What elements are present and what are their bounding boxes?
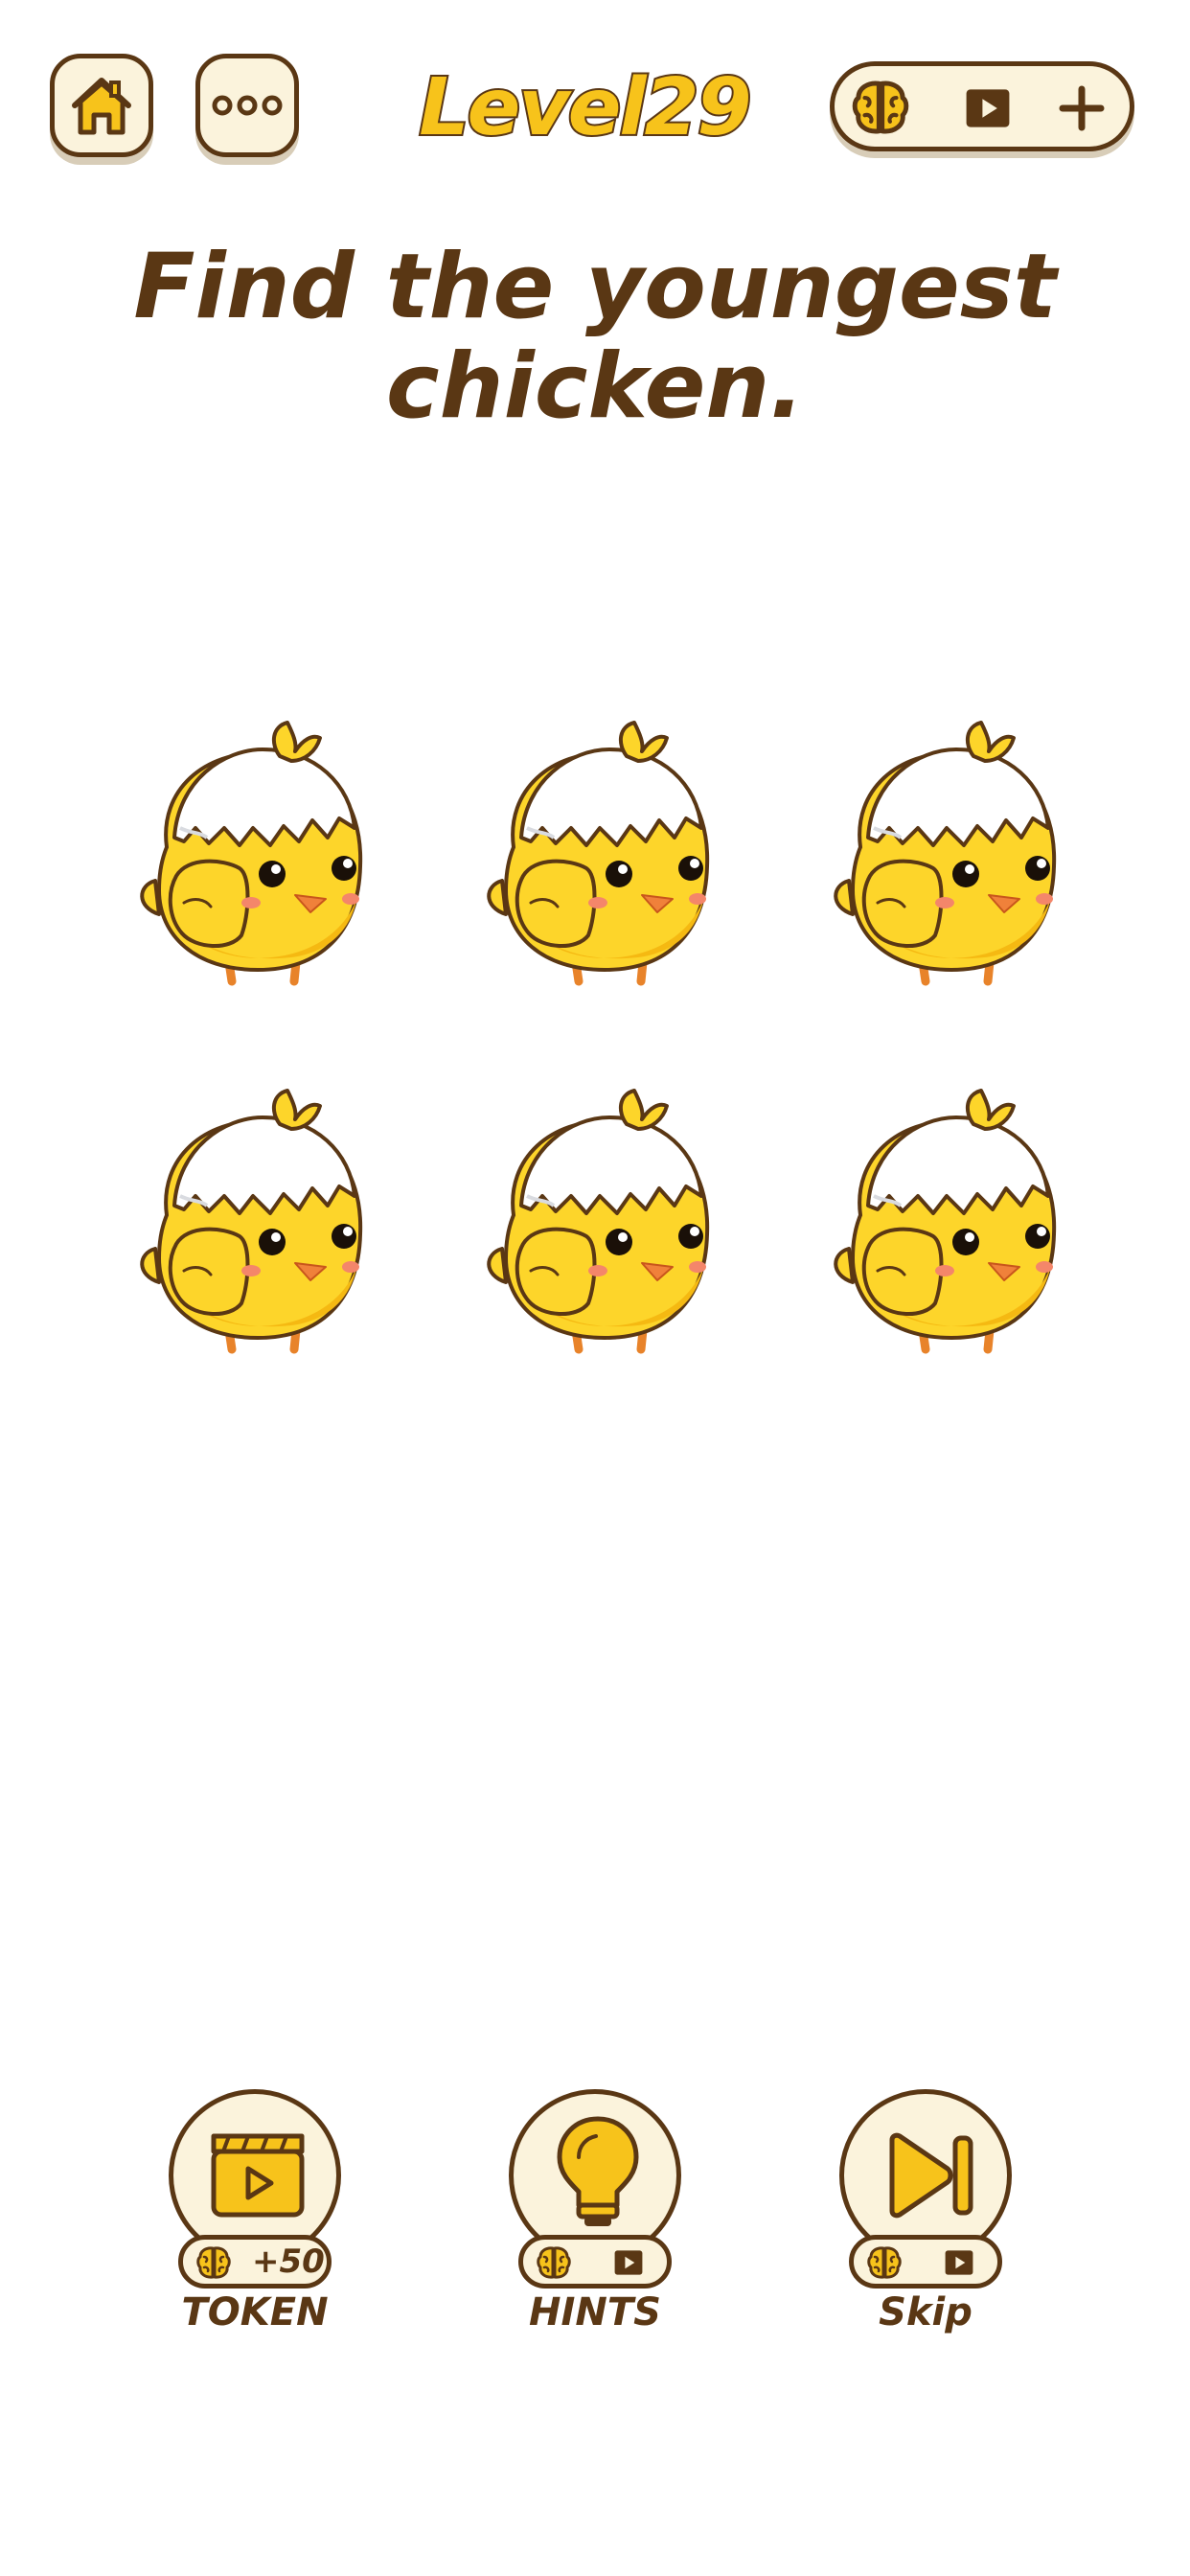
more-options-button[interactable] [195,54,299,157]
chick-2[interactable] [446,684,734,991]
chick-5[interactable] [446,1052,734,1359]
token-reward: +50 [252,2242,325,2281]
home-icon [72,78,131,135]
token-button[interactable]: +50 TOKEN [130,2089,379,2338]
video-clapper-icon [211,2133,305,2218]
token-reward-pill: +50 [178,2235,332,2288]
play-video-icon[interactable] [961,81,1015,135]
chick-1[interactable] [100,684,387,991]
chick-3[interactable] [793,684,1081,991]
level-title: Level29 [417,60,753,155]
brain-icon [195,2243,233,2282]
question-text: Find the youngest chicken. [96,238,1094,437]
chick-6[interactable] [793,1052,1081,1359]
plus-icon[interactable] [1057,83,1107,133]
hints-cost-pill [518,2235,672,2288]
brain-icon [865,2243,904,2282]
token-label: TOKEN [181,2290,329,2334]
brain-icon [535,2243,573,2282]
play-video-icon [611,2245,646,2280]
play-video-icon [942,2245,976,2280]
skip-label: Skip [879,2290,973,2334]
currency-bar[interactable] [830,61,1134,151]
chick-4[interactable] [100,1052,387,1359]
hints-button[interactable]: HINTS [470,2089,720,2338]
brain-icon [848,76,913,139]
question-line-2: chicken. [385,334,805,439]
question-line-1: Find the youngest [133,235,1057,339]
home-button[interactable] [50,54,153,157]
lightbulb-icon [557,2116,639,2226]
skip-button[interactable]: Skip [801,2089,1050,2338]
skip-forward-icon [889,2132,973,2219]
skip-cost-pill [849,2235,1002,2288]
hints-label: HINTS [529,2290,661,2334]
more-dots-icon [212,95,283,116]
